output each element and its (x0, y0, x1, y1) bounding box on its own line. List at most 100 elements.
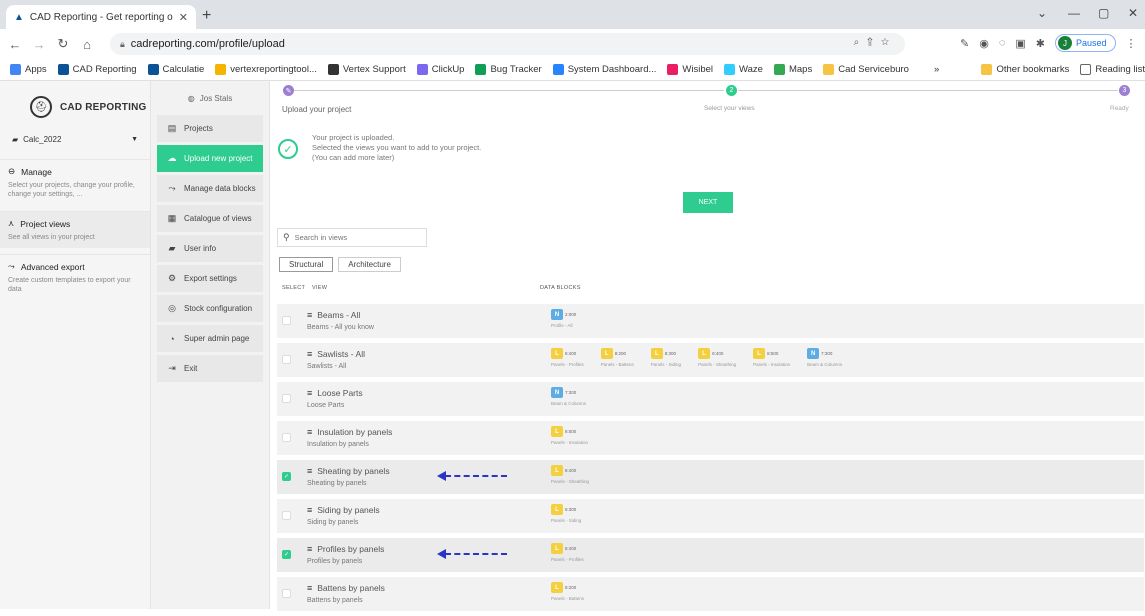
section-manage[interactable]: ⊖ Manage Select your projects, change you… (0, 159, 150, 205)
table-row[interactable]: ✓ ≡ Sheating by panels Sheating by panels L 8… (277, 460, 1144, 494)
bookmark-item[interactable]: Calculatie (147, 64, 204, 75)
cad-logo-icon: ▲ (14, 11, 24, 23)
row-checkbox[interactable] (282, 394, 291, 403)
data-block[interactable]: L 8:300 Panels - Siding (650, 348, 682, 367)
next-button[interactable]: NEXT (683, 192, 733, 213)
menu-item-catalogue-of-views[interactable]: ▦ Catalogue of views (157, 205, 263, 232)
new-tab-icon[interactable]: + (202, 7, 211, 25)
row-checkbox[interactable] (282, 316, 291, 325)
menu-dots-icon[interactable]: ⋮ (1126, 37, 1137, 50)
bookmark-item[interactable]: Wisibel (667, 64, 713, 75)
step-2-dot: 2 (726, 85, 737, 96)
extension-icon[interactable]: ◉ (979, 37, 989, 50)
check-circle-icon: ✓ (278, 139, 298, 159)
other-bookmarks[interactable]: Other bookmarks (981, 64, 1069, 75)
data-block[interactable]: L 8:200 Panels - Battens (551, 582, 584, 601)
bookmark-item[interactable]: vertexreportingtool... (215, 64, 317, 75)
reading-list[interactable]: Reading list (1080, 64, 1145, 75)
user-stats[interactable]: ◍ Jos Stals (151, 81, 269, 115)
bookmark-label: vertexreportingtool... (230, 64, 317, 75)
table-row[interactable]: ≡ Battens by panels Battens by panels L 8:20… (277, 577, 1144, 611)
bookmark-item[interactable]: ClickUp (416, 64, 464, 75)
extension-icon-3[interactable]: ▣ (1015, 37, 1025, 50)
bookmark-item[interactable]: Cad Serviceburo (823, 64, 909, 75)
data-block[interactable]: L 8:300 Panels - Siding (551, 504, 581, 523)
bookmark-item[interactable]: Waze (724, 64, 763, 75)
bookmark-item[interactable]: CAD Reporting (57, 64, 137, 75)
section-project-views[interactable]: ⋏ Project views See all views in your pro… (0, 211, 150, 248)
block-label: Beam & Columns (551, 401, 587, 406)
bookmark-item[interactable]: Bug Tracker (475, 64, 542, 75)
list-icon: ≡ (307, 544, 313, 554)
data-block[interactable]: N 2:000 Profile - All (551, 309, 576, 328)
row-checkbox[interactable]: ✓ (282, 472, 291, 481)
pen-extension-icon[interactable]: ✎ (960, 37, 969, 50)
data-block[interactable]: N 7:300 Beam & Columns (551, 387, 586, 406)
bookmark-item[interactable]: Maps (773, 64, 812, 75)
bookmark-item[interactable]: Apps (10, 64, 47, 75)
row-checkbox[interactable] (282, 589, 291, 598)
bookmark-item[interactable]: System Dashboard... (552, 64, 656, 75)
menu-item-manage-data-blocks[interactable]: ⤳ Manage data blocks (157, 175, 263, 202)
more-bookmarks-button[interactable]: » (934, 64, 939, 75)
lock-icon[interactable]: 🔒︎ (120, 39, 125, 50)
forward-icon[interactable]: → (30, 37, 48, 52)
menu-item-export-settings[interactable]: ⚙ Export settings (157, 265, 263, 292)
data-block[interactable]: L 8:500 Panels - Insulation (551, 426, 588, 445)
menu-item-stock-configuration[interactable]: ◎ Stock configuration (157, 295, 263, 322)
tab-architecture[interactable]: Architecture (338, 257, 401, 272)
data-block[interactable]: L 8:400 Panels - Profiles (551, 348, 584, 367)
table-row[interactable]: ≡ Loose Parts Loose Parts N 7:300 Beam & Colu… (277, 382, 1144, 416)
menu-icon: ▤ (167, 123, 177, 133)
panel-block-icon: L (551, 348, 563, 359)
data-block[interactable]: L 8:200 Panels - Battens (600, 348, 634, 367)
reload-icon[interactable]: ↻ (54, 36, 72, 52)
row-checkbox[interactable] (282, 433, 291, 442)
data-block[interactable]: L 8:500 Panels - Insulation (753, 348, 790, 367)
table-row[interactable]: ≡ Siding by panels Siding by panels L 8:300 P… (277, 499, 1144, 533)
home-icon[interactable]: ⌂ (78, 37, 96, 52)
table-row[interactable]: ✓ ≡ Profiles by panels Profiles by panels L 8… (277, 538, 1144, 572)
row-checkbox[interactable] (282, 355, 291, 364)
browser-tab[interactable]: ▲ CAD Reporting - Get reporting o ✕ (6, 5, 196, 29)
menu-item-super-admin-page[interactable]: ◔ Super admin page (157, 325, 263, 352)
table-row[interactable]: ≡ Insulation by panels Insulation by panel… (277, 421, 1144, 455)
close-window-icon[interactable]: ✕ (1128, 6, 1138, 20)
data-blocks: L 8:400 Panels - Profiles L 8:200 Panels - Ba… (551, 348, 842, 367)
section-title: Manage (21, 166, 52, 177)
puzzle-icon[interactable]: ✱ (1036, 37, 1045, 50)
search-box[interactable]: ⚲ (277, 228, 427, 247)
minimize-icon[interactable]: — (1068, 6, 1080, 20)
menu-item-exit[interactable]: ⇥ Exit (157, 355, 263, 382)
section-advanced-export[interactable]: ⤳ Advanced export Create custom templates… (0, 254, 150, 300)
app-logo[interactable]: ⛑︎ CAD REPORTING (0, 81, 150, 123)
data-block[interactable]: L 8:400 Panels - Profiles (551, 543, 584, 562)
table-row[interactable]: ≡ Sawlists - All Sawlists - All L 8:400 Panel… (277, 343, 1144, 377)
address-bar-icons[interactable]: ⌕⇪☆ (854, 37, 897, 48)
restore-icon[interactable]: ▢ (1098, 6, 1109, 20)
data-block[interactable]: L 8:400 Panels - Sheathing (698, 348, 736, 367)
extension-icon-2[interactable]: ◌ (999, 37, 1006, 49)
menu-item-projects[interactable]: ▤ Projects (157, 115, 263, 142)
data-block[interactable]: N 7:300 Beam & Columns (807, 348, 842, 367)
project-select[interactable]: ▰ Calc_2022 ▼ (8, 129, 142, 149)
menu-item-upload-new-project[interactable]: ☁ Upload new project (157, 145, 263, 172)
tab-structural[interactable]: Structural (279, 257, 334, 272)
menu-item-label: Upload new project (184, 154, 253, 163)
bookmark-item[interactable]: Vertex Support (327, 64, 406, 75)
profile-button[interactable]: J Paused (1055, 34, 1116, 52)
address-bar[interactable]: 🔒︎ cadreporting.com/profile/upload ⌕⇪☆ (110, 33, 905, 55)
row-checkbox[interactable] (282, 511, 291, 520)
back-icon[interactable]: ← (6, 37, 24, 52)
menu-item-user-info[interactable]: ▰ User info (157, 235, 263, 262)
view-subtitle: Sawlists - All (307, 363, 347, 370)
stepper: ✎ 2 3 Upload your project Select your vi… (270, 81, 1145, 114)
data-block[interactable]: L 8:400 Panels - Sheathing (551, 465, 589, 484)
search-input[interactable] (294, 233, 415, 242)
step-line (294, 90, 724, 91)
chevron-down-icon[interactable]: ⌄ (1037, 6, 1047, 20)
row-checkbox[interactable]: ✓ (282, 550, 291, 559)
table-row[interactable]: ≡ Beams - All Beams - All you know N 2:000 Pr… (277, 304, 1144, 338)
block-label: Panels - Siding (650, 362, 682, 367)
close-tab-icon[interactable]: ✕ (179, 11, 188, 24)
